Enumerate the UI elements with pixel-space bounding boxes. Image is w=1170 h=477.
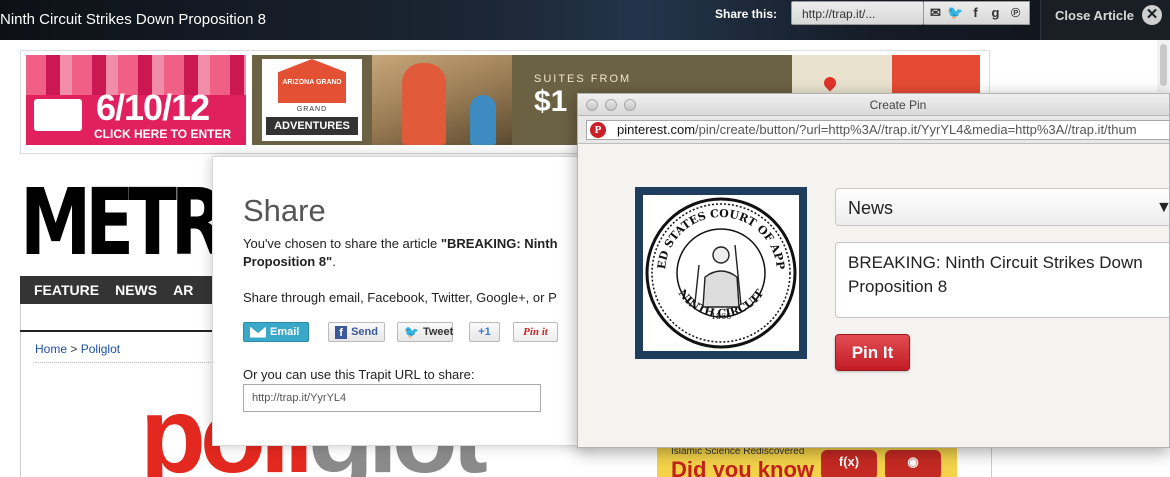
- nav-item-news[interactable]: NEWS: [115, 282, 157, 298]
- share-desc-article-cont: Proposition 8": [243, 254, 333, 269]
- pinterest-icon: P: [590, 122, 606, 138]
- logo-brand: ARIZONA GRAND: [282, 79, 342, 86]
- eye-icon: ◉: [885, 450, 941, 477]
- banner-ad-left[interactable]: 6/10/12 CLICK HERE TO ENTER: [26, 55, 246, 145]
- ad-cta: CLICK HERE TO ENTER: [94, 127, 232, 141]
- nav-item-feature[interactable]: FEATURE: [34, 282, 99, 298]
- share-dialog-description: You've chosen to share the article "BREA…: [243, 235, 593, 271]
- email-share-button[interactable]: Email: [243, 322, 309, 342]
- content-divider: [20, 330, 220, 332]
- twitter-icon[interactable]: 🐦: [947, 5, 964, 21]
- court-seal-icon: UNITED STATES COURT OF APPEALS NINTH CIR…: [643, 195, 799, 351]
- url-path: /pin/create/button/?url=http%3A//trap.it…: [695, 122, 1137, 137]
- ad-photo-child: [470, 95, 496, 145]
- google-plus-one-button[interactable]: +1: [469, 322, 500, 342]
- share-dialog-title: Share: [243, 193, 326, 228]
- arizona-grand-logo: ARIZONA GRAND GRAND ADVENTURES: [262, 59, 362, 141]
- close-article-button[interactable]: Close Article ✕: [1040, 0, 1170, 40]
- breadcrumb: Home > Poliglot: [35, 342, 120, 356]
- page-scrollbar-thumb[interactable]: [1160, 44, 1167, 86]
- map-pin-icon: [821, 74, 839, 92]
- create-pin-form: UNITED STATES COURT OF APPEALS NINTH CIR…: [578, 145, 1169, 447]
- twitter-bird-icon: 🐦: [404, 325, 419, 339]
- breadcrumb-home[interactable]: Home: [35, 342, 67, 356]
- share-desc-suffix: .: [332, 254, 336, 269]
- board-select-value: News: [848, 198, 894, 218]
- share-desc-prefix: You've chosen to share the article: [243, 236, 441, 251]
- site-nav: FEATURE NEWS AR: [20, 276, 220, 304]
- window-title: Create Pin: [869, 98, 927, 112]
- board-select[interactable]: News ▼: [835, 188, 1169, 226]
- facebook-button-label: Send: [351, 326, 378, 338]
- tweet-button[interactable]: 🐦 Tweet: [397, 322, 453, 342]
- close-x-icon[interactable]: ✕: [1142, 5, 1162, 25]
- ad-suites-label: SUITES FROM: [534, 73, 632, 85]
- ad-price: $1: [534, 85, 568, 118]
- sidebar-ad-headline: Did you know: [671, 457, 814, 477]
- share-icon-group: ✉ 🐦 f g ℗: [924, 1, 1030, 25]
- url-field[interactable]: pinterest.com/pin/create/button/?url=htt…: [586, 120, 1169, 140]
- window-titlebar[interactable]: Create Pin: [578, 94, 1169, 116]
- formula-icon: f(x): [821, 450, 877, 477]
- pin-it-share-button[interactable]: Pin it: [513, 322, 558, 342]
- ad-photo-person: [402, 63, 446, 145]
- trapit-url-label: Or you can use this Trapit URL to share:: [243, 367, 475, 382]
- pin-description-input[interactable]: BREAKING: Ninth Circuit Strikes Down Pro…: [835, 242, 1169, 318]
- close-article-label: Close Article: [1055, 8, 1134, 23]
- pinterest-icon[interactable]: ℗: [1007, 5, 1024, 21]
- share-through-text: Share through email, Facebook, Twitter, …: [243, 290, 557, 305]
- tweet-button-label: Tweet: [422, 326, 454, 338]
- chevron-down-icon: ▼: [1156, 199, 1169, 217]
- share-this-label: Share this:: [715, 7, 778, 21]
- logo-tagline: ADVENTURES: [266, 117, 358, 135]
- email-icon[interactable]: ✉: [927, 5, 944, 21]
- share-desc-article: "BREAKING: Ninth: [440, 236, 558, 251]
- pin-it-button[interactable]: Pin It: [835, 334, 910, 371]
- nav-item-arts[interactable]: AR: [173, 282, 193, 298]
- address-bar: pinterest.com/pin/create/button/?url=htt…: [578, 116, 1169, 144]
- sidebar-ad[interactable]: Islamic Science Rediscovered Did you kno…: [657, 446, 957, 477]
- google-plus-icon[interactable]: g: [987, 5, 1004, 21]
- facebook-icon: f: [335, 325, 348, 339]
- article-top-bar: Ninth Circuit Strikes Down Proposition 8…: [0, 0, 1170, 40]
- trapit-url-input[interactable]: [243, 384, 541, 412]
- facebook-send-button[interactable]: f Send: [328, 322, 385, 342]
- email-button-label: Email: [270, 326, 300, 338]
- share-url-field[interactable]: http://trap.it/...: [791, 1, 924, 25]
- logo-sub: GRAND: [296, 106, 328, 113]
- ad-logo-badge: [34, 99, 82, 131]
- article-title: Ninth Circuit Strikes Down Proposition 8: [0, 11, 266, 28]
- seal-year: 1866: [711, 312, 731, 321]
- breadcrumb-separator: >: [70, 342, 78, 356]
- pin-it-share-label: Pin it: [523, 326, 548, 338]
- pin-image: UNITED STATES COURT OF APPEALS NINTH CIR…: [635, 187, 807, 359]
- breadcrumb-poliglot[interactable]: Poliglot: [81, 342, 120, 356]
- google-plus-label: +1: [478, 326, 491, 338]
- share-dialog: Share You've chosen to share the article…: [212, 156, 590, 446]
- facebook-icon[interactable]: f: [967, 5, 984, 21]
- url-domain: pinterest.com: [617, 122, 696, 137]
- breadcrumb-divider: [35, 362, 215, 363]
- ad-date: 6/10/12: [96, 87, 210, 128]
- create-pin-window: Create Pin pinterest.com/pin/create/butt…: [577, 93, 1170, 448]
- envelope-icon: [250, 326, 266, 338]
